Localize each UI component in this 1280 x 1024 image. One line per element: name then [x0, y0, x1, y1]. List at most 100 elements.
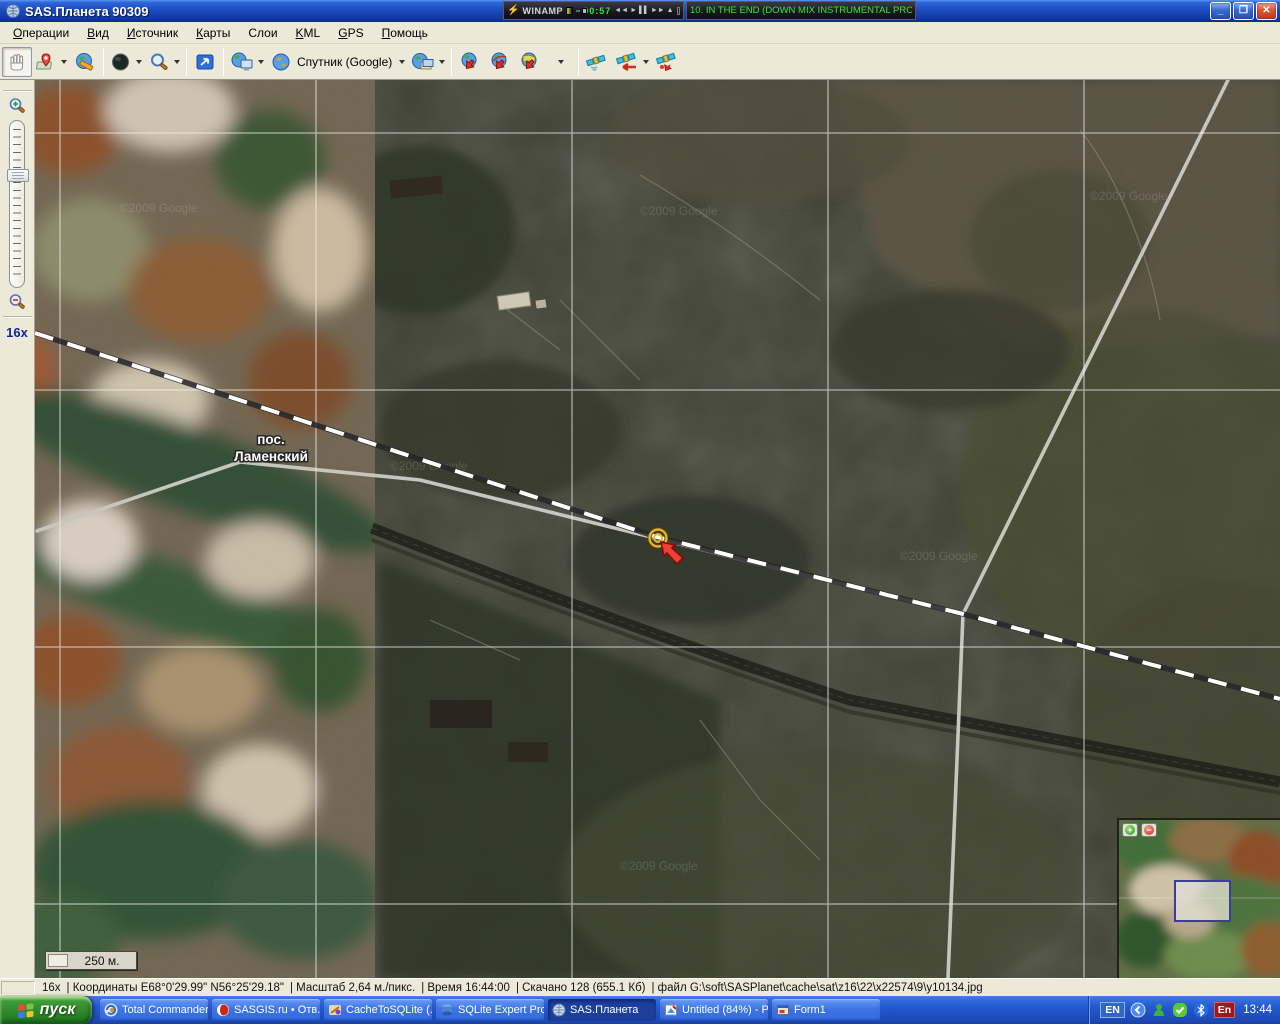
- restore-button[interactable]: ❐: [1233, 2, 1254, 20]
- hand-icon: [6, 51, 28, 73]
- chevron-down-icon: [558, 60, 564, 64]
- fullscreen-icon: [194, 51, 216, 73]
- task-sqlite-expert[interactable]: SQLite Expert Pro...: [436, 999, 544, 1021]
- gps-to-point-button[interactable]: [652, 47, 682, 77]
- plus-icon: +: [1125, 825, 1135, 835]
- close-button[interactable]: ✕: [1256, 2, 1277, 20]
- menu-layers[interactable]: Слои: [239, 23, 286, 43]
- minimap-zoom-in-button[interactable]: +: [1122, 823, 1138, 837]
- start-button[interactable]: пуск: [0, 996, 92, 1024]
- minimap-zoom-out-button[interactable]: −: [1141, 823, 1157, 837]
- placemark-icon: [35, 51, 57, 73]
- task-cachetosqlite[interactable]: CacheToSQLite (...: [324, 999, 432, 1021]
- tray-bluetooth-icon[interactable]: [1193, 1002, 1209, 1018]
- fullmap-view-button[interactable]: [107, 47, 145, 77]
- download-region-button[interactable]: [515, 47, 545, 77]
- gps-connect-button[interactable]: [582, 47, 612, 77]
- desktop: SAS.Планета 90309 ⚡ WINAMP 00:57 ◄◄ ► ▌▌…: [0, 0, 1280, 1024]
- minimap[interactable]: + −: [1117, 818, 1280, 978]
- fullscreen-button[interactable]: [190, 47, 220, 77]
- system-tray: EN En 13:44: [1089, 996, 1280, 1024]
- map-source-button[interactable]: [227, 47, 267, 77]
- task-untitled-paint[interactable]: Untitled (84%) - P...: [660, 999, 768, 1021]
- download-options-dropdown[interactable]: [545, 47, 575, 77]
- tray-chevron-icon[interactable]: [1130, 1002, 1146, 1018]
- globe-layers-icon: [411, 51, 435, 73]
- winamp-misc-button[interactable]: [677, 7, 680, 15]
- language-indicator[interactable]: EN: [1100, 1002, 1125, 1018]
- chevron-down-icon: [643, 60, 649, 64]
- globe-icon: [270, 51, 292, 73]
- satellite-icon: [585, 51, 609, 73]
- sqlite-expert-icon: [440, 1003, 454, 1017]
- menu-maps[interactable]: Карты: [187, 23, 239, 43]
- layers-button[interactable]: [408, 47, 448, 77]
- chevron-down-icon: [136, 60, 142, 64]
- menu-operations[interactable]: Операции: [4, 23, 78, 43]
- pan-tool-button[interactable]: [2, 47, 32, 77]
- sasplanet-icon: [552, 1003, 566, 1017]
- svg-text:Ламенский: Ламенский: [234, 449, 308, 464]
- measure-distance-button[interactable]: [70, 47, 100, 77]
- dark-globe-icon: [110, 51, 132, 73]
- status-downloaded: | Скачано 128 (655.1 Кб): [513, 982, 649, 994]
- taskbar: пуск Total Commander... SASGIS.ru • Отв.…: [0, 996, 1280, 1024]
- scale-label: 250 м.: [68, 954, 136, 968]
- zoom-in-icon[interactable]: [7, 96, 27, 116]
- menu-help[interactable]: Помощь: [373, 23, 437, 43]
- minimize-button[interactable]: _: [1210, 2, 1231, 20]
- title-bar: SAS.Планета 90309 ⚡ WINAMP 00:57 ◄◄ ► ▌▌…: [0, 0, 1280, 22]
- zoom-slider[interactable]: [9, 120, 25, 288]
- scale-indicator: 250 м.: [45, 951, 137, 970]
- winamp-track-title: 10. IN THE END (DOWN MIX INSTRUMENTAL PR…: [690, 5, 912, 16]
- menu-bar: Операции Вид Источник Карты Слои KML GPS…: [0, 22, 1280, 44]
- task-total-commander[interactable]: Total Commander...: [100, 999, 208, 1021]
- status-zoom: 16x: [39, 982, 64, 994]
- zoom-slider-handle[interactable]: [7, 169, 29, 182]
- toolbar-separator: [103, 48, 104, 76]
- task-sasplanet[interactable]: SAS.Планета: [548, 999, 656, 1021]
- menu-gps[interactable]: GPS: [329, 23, 372, 43]
- map-download-icon: [519, 51, 541, 73]
- language-indicator-alt[interactable]: En: [1214, 1002, 1235, 1018]
- window-title: SAS.Планета 90309: [25, 4, 148, 19]
- tray-clock: 13:44: [1243, 1004, 1272, 1016]
- magnifier-icon: [148, 51, 170, 73]
- winamp-transport-buttons[interactable]: ◄◄ ► ▌▌ ►► ▲: [614, 7, 673, 14]
- map-watermark: ©2009 Google: [1090, 189, 1168, 203]
- menu-kml[interactable]: KML: [287, 23, 330, 43]
- start-label: пуск: [40, 1001, 76, 1019]
- winamp-volume-slider[interactable]: [576, 10, 580, 12]
- winamp-playlist[interactable]: 10. IN THE END (DOWN MIX INSTRUMENTAL PR…: [686, 1, 916, 20]
- windows-flag-icon: [17, 1002, 35, 1018]
- task-buttons: Total Commander... SASGIS.ru • Отв... Ca…: [100, 999, 1089, 1021]
- toolbar-separator: [186, 48, 187, 76]
- globe-download-icon: [459, 51, 481, 73]
- download-polygon-button[interactable]: [485, 47, 515, 77]
- zoom-out-icon[interactable]: [7, 292, 27, 312]
- map-canvas[interactable]: ©2009 Google ©2009 Google ©2009 Google ©…: [35, 80, 1280, 978]
- winamp-player[interactable]: ⚡ WINAMP 00:57 ◄◄ ► ▌▌ ►► ▲: [503, 1, 684, 20]
- tray-messenger-icon[interactable]: [1151, 1002, 1167, 1018]
- tray-antivirus-icon[interactable]: [1172, 1002, 1188, 1018]
- minimap-viewport[interactable]: [1174, 880, 1231, 922]
- menu-source[interactable]: Источник: [118, 23, 187, 43]
- chevron-down-icon: [439, 60, 445, 64]
- map-type-selector[interactable]: Спутник (Google): [267, 47, 408, 77]
- chevron-down-icon: [399, 60, 405, 64]
- zoom-panel: 16x: [0, 80, 35, 978]
- chevron-down-icon: [174, 60, 180, 64]
- download-selection-button[interactable]: [455, 47, 485, 77]
- placemark-tool-button[interactable]: [32, 47, 70, 77]
- gps-track-back-button[interactable]: [612, 47, 652, 77]
- status-grip: [1, 981, 35, 995]
- status-file-path: | файл G:\soft\SASPlanet\cache\sat\z16\2…: [648, 982, 985, 994]
- map-watermark: ©2009 Google: [620, 859, 698, 873]
- zoom-tool-button[interactable]: [145, 47, 183, 77]
- menu-view[interactable]: Вид: [78, 23, 118, 43]
- chevron-down-icon: [258, 60, 264, 64]
- task-sasgis-browser[interactable]: SASGIS.ru • Отв...: [212, 999, 320, 1021]
- total-commander-icon: [104, 1003, 118, 1017]
- zoom-slider-ticks: [13, 129, 21, 279]
- task-form1[interactable]: Form1: [772, 999, 880, 1021]
